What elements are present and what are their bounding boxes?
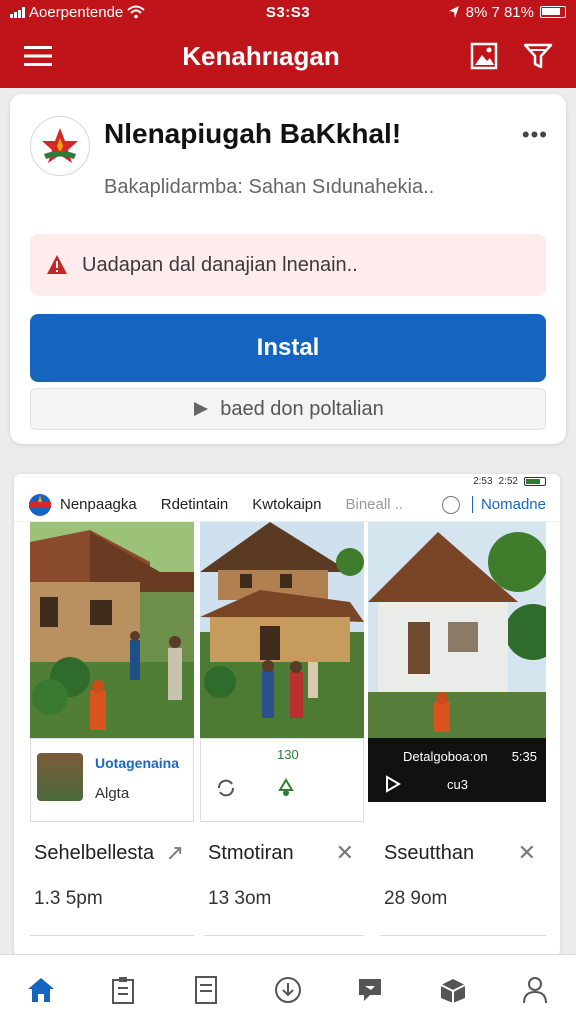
battery-label: 8% 7 81% — [465, 3, 534, 21]
warning-alert: Uadapan dal danajian lnenain.. — [30, 234, 546, 296]
clock-icon[interactable] — [441, 495, 460, 514]
item-title: Sehelbellesta — [34, 842, 155, 864]
subcard-title-dark: Detalgoboa:on — [403, 749, 488, 764]
village-photo-2[interactable] — [200, 522, 364, 738]
star-logo-icon — [42, 128, 78, 163]
app-subtitle: Bakaplidarmba: Sahan Sıdunahekia.. — [104, 176, 435, 198]
subcard-sub-dark: cu3 — [447, 777, 468, 792]
box-icon[interactable] — [433, 970, 473, 1010]
clipboard-icon[interactable] — [103, 970, 143, 1010]
village-photo-3[interactable] — [368, 522, 546, 738]
village-photo-1[interactable] — [30, 522, 194, 738]
hamburger-icon[interactable] — [18, 36, 58, 76]
app-bar: Kenahrıagan — [0, 24, 576, 88]
item-title: Sseutthan — [384, 842, 475, 864]
subcard-value: 130 — [277, 747, 299, 762]
battery-icon — [540, 6, 566, 18]
mini-status-bar: 2:53 2:52 — [473, 476, 546, 487]
preview-subcard-3[interactable]: Detalgoboa:on 5:35 cu3 — [368, 738, 546, 802]
subcard-title: Uotagenaina — [95, 755, 180, 771]
tab-label: Nenpaagka — [60, 496, 137, 513]
mini-battery-icon — [524, 477, 546, 486]
secondary-button-label: baed don poltalian — [220, 397, 384, 420]
list-item[interactable]: Sehelbellesta ↗ 1.3 5pm — [30, 826, 194, 936]
list-item[interactable]: Stmotiran ✕ 13 3om — [204, 826, 364, 936]
tab-right[interactable]: Nomadne — [471, 496, 546, 513]
item-time: 28 9om — [384, 888, 448, 909]
preview-subcard-1[interactable]: Uotagenaina Algta — [30, 738, 194, 822]
tab-third[interactable]: Kwtokaipn — [252, 496, 321, 513]
app-logo — [30, 116, 90, 176]
install-button[interactable]: Instal — [30, 314, 546, 382]
carrier-label: Aoerpentende — [29, 3, 124, 21]
warning-icon — [47, 255, 67, 274]
play-icon[interactable] — [385, 775, 401, 793]
refresh-icon[interactable] — [215, 777, 237, 799]
subcard-value-dark: 5:35 — [511, 749, 537, 764]
signal-icon — [10, 6, 25, 18]
preview-tab-bar: Nenpaagka Rdetintain Kwtokaipn Bineall .… — [14, 488, 560, 522]
subcard-sub: Algta — [95, 785, 130, 802]
mini-status-time: 2:53 — [473, 476, 493, 487]
bottom-nav — [0, 954, 576, 1024]
page-title: Kenahrıagan — [182, 40, 340, 71]
secondary-button[interactable]: baed don poltalian — [30, 388, 546, 430]
preview-subcard-2[interactable]: 130 — [200, 738, 364, 822]
close-icon[interactable]: ↗ — [166, 840, 184, 866]
document-icon[interactable] — [186, 970, 226, 1010]
status-bar: Aoerpentende S3:S3 8% 7 81% — [0, 0, 576, 24]
location-icon — [448, 6, 459, 18]
alert-text: Uadapan dal danajian lnenain.. — [82, 253, 358, 276]
app-info-card: Nlenapiugah BaKkhal! ••• Bakaplidarmba: … — [10, 94, 566, 444]
download-icon[interactable] — [268, 970, 308, 1010]
item-time: 13 3om — [208, 888, 272, 909]
list-item[interactable]: Sseutthan ✕ 28 9om — [380, 826, 546, 936]
play-icon — [194, 402, 209, 416]
close-icon[interactable]: ✕ — [518, 840, 536, 866]
image-icon[interactable] — [464, 36, 504, 76]
preview-card: 2:53 2:52 Nenpaagka Rdetintain Kwtokaipn… — [14, 474, 560, 956]
app-name: Nlenapiugah BaKkhal! — [104, 118, 402, 149]
tab-home[interactable]: Nenpaagka — [28, 493, 137, 517]
wifi-icon — [127, 5, 145, 19]
flag-logo-icon — [29, 493, 51, 516]
status-time: S3:S3 — [265, 3, 311, 21]
close-icon[interactable]: ✕ — [336, 840, 354, 866]
message-icon[interactable] — [350, 970, 390, 1010]
tab-fourth[interactable]: Bineall .. — [346, 496, 404, 513]
profile-icon[interactable] — [515, 970, 555, 1010]
mini-status-right: 2:52 — [498, 476, 518, 487]
filter-icon[interactable] — [518, 36, 558, 76]
more-options-icon[interactable]: ••• — [522, 122, 548, 148]
item-title: Stmotiran — [208, 842, 294, 864]
item-time: 1.3 5pm — [34, 888, 103, 909]
home-icon[interactable] — [21, 970, 61, 1010]
tab-second[interactable]: Rdetintain — [161, 496, 229, 513]
recycle-icon[interactable] — [275, 777, 297, 799]
thumbnail — [37, 753, 83, 801]
